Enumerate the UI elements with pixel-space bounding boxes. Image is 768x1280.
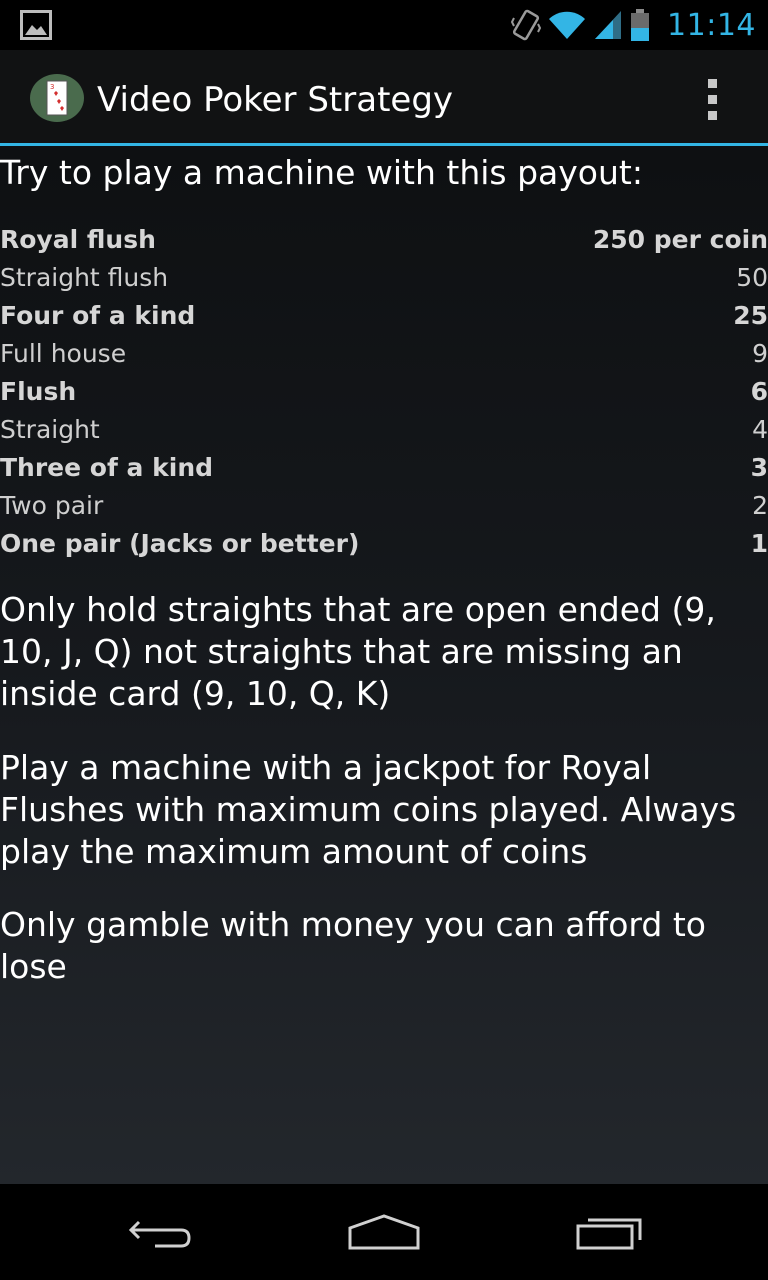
app-title: Video Poker Strategy [97,80,454,120]
payout-value: 3 [750,452,768,482]
payout-row: Three of a kind 3 [0,448,768,486]
recents-icon [576,1218,642,1250]
hand-label: Two pair [0,490,104,520]
playing-card-icon[interactable]: 3 [29,73,85,123]
tip-gamble-responsibly: Only gamble with money you can afford to… [0,905,706,986]
hand-label: Flush [0,376,77,406]
svg-text:3: 3 [50,83,54,91]
payout-value: 25 [733,300,768,330]
payout-value: 50 [736,262,768,292]
home-button[interactable] [334,1204,434,1260]
payout-row: Straight flush 50 [0,258,768,296]
status-bar: 11:14 [0,0,768,50]
payout-row: Four of a kind 25 [0,296,768,334]
tip-royal-flush-jackpot: Play a machine with a jackpot for Royal … [0,748,737,871]
hand-label: Full house [0,338,127,368]
hand-label: One pair (Jacks or better) [0,528,360,558]
payout-row: Royal flush 250 per coin [0,220,768,258]
status-icons: 11:14 [511,0,756,50]
payout-row: Flush 6 [0,372,768,410]
payout-row: One pair (Jacks or better) 1 [0,524,768,562]
overflow-menu-icon[interactable] [696,74,728,124]
payout-row: Full house 9 [0,334,768,372]
payout-table: Royal flush 250 per coin Straight flush … [0,220,768,562]
back-icon [128,1220,191,1248]
payout-value: 250 per coin [592,224,768,254]
payout-value: 2 [752,490,768,520]
payout-value: 6 [750,376,768,406]
payout-value: 1 [750,528,768,558]
payout-value: 4 [752,414,768,444]
battery-icon [631,9,650,41]
wifi-icon [549,11,586,39]
tip-open-ended-straights: Only hold straights that are open ended … [0,590,716,713]
image-notification-icon [20,10,52,40]
hand-label: Straight [0,414,100,444]
payout-value: 9 [752,338,768,368]
hand-label: Royal flush [0,224,156,254]
back-button[interactable] [110,1204,210,1260]
hand-label: Straight flush [0,262,169,292]
hand-label: Four of a kind [0,300,196,330]
navigation-bar [0,1184,768,1280]
status-time: 11:14 [667,7,756,43]
payout-row: Straight 4 [0,410,768,448]
home-icon [348,1214,420,1250]
recents-button[interactable] [560,1204,660,1260]
signal-icon [595,11,622,39]
vibrate-icon [511,9,542,41]
payout-row: Two pair 2 [0,486,768,524]
content-area[interactable]: Try to play a machine with this payout: … [0,146,768,1184]
hand-label: Three of a kind [0,452,214,482]
intro-text: Try to play a machine with this payout: [0,153,643,192]
